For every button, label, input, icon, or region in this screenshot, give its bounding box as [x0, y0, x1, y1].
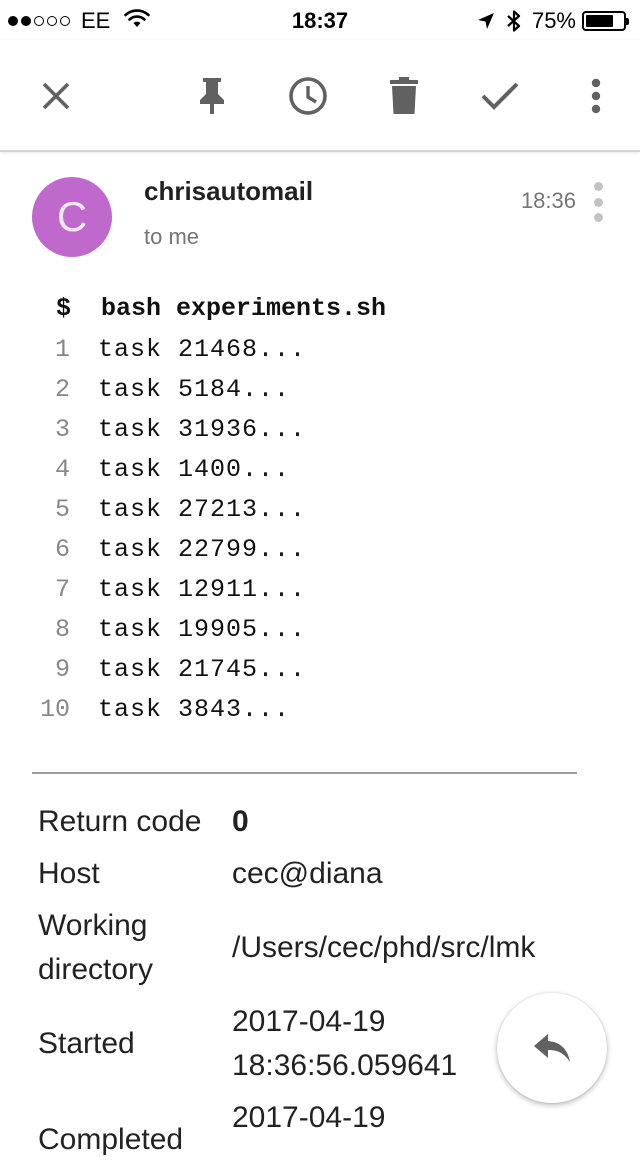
completed-label: Completed [38, 1123, 184, 1156]
completed-value-date: 2017-04-19 [232, 1101, 386, 1134]
code-line: 3 task 31936... [0, 415, 640, 455]
line-number: 5 [54, 495, 70, 524]
close-icon [42, 82, 70, 110]
delete-button[interactable] [376, 68, 432, 124]
snooze-button[interactable] [280, 68, 336, 124]
line-text: task 22799... [98, 535, 307, 564]
code-line: 1 task 21468... [0, 335, 640, 375]
line-number: 1 [54, 335, 70, 364]
host-label: Host [38, 857, 100, 890]
started-value-date: 2017-04-19 [232, 1005, 386, 1038]
code-line: 4 task 1400... [0, 455, 640, 495]
reply-icon [534, 1034, 570, 1062]
line-text: task 12911... [98, 575, 307, 604]
line-text: task 5184... [98, 375, 291, 404]
line-text: task 21468... [98, 335, 307, 364]
working-directory-label-line1: Working [38, 909, 148, 942]
more-options-button[interactable] [568, 68, 624, 124]
sender-avatar[interactable]: C [32, 177, 112, 257]
done-button[interactable] [472, 68, 528, 124]
line-text: task 3843... [98, 695, 291, 724]
code-line: 6 task 22799... [0, 535, 640, 575]
line-number: 10 [39, 695, 70, 724]
line-number: 6 [54, 535, 70, 564]
line-text: task 31936... [98, 415, 307, 444]
line-number: 9 [54, 655, 70, 684]
working-directory-value: /Users/cec/phd/src/lmk [232, 931, 536, 964]
line-number: 2 [54, 375, 70, 404]
sender-name[interactable]: chrisautomail [144, 176, 313, 207]
battery-icon [582, 11, 629, 31]
line-text: task 27213... [98, 495, 307, 524]
line-number: 7 [54, 575, 70, 604]
return-code-value: 0 [232, 805, 249, 838]
pin-icon [200, 78, 224, 114]
snooze-clock-icon [289, 77, 327, 115]
reply-button[interactable] [497, 993, 607, 1103]
code-line: 9 task 21745... [0, 655, 640, 695]
recipient-label[interactable]: to me [144, 224, 199, 250]
line-number: 8 [54, 615, 70, 644]
dot-icon [593, 182, 603, 191]
code-line: 7 task 12911... [0, 575, 640, 615]
host-value: cec@diana [232, 857, 383, 890]
code-line: 2 task 5184... [0, 375, 640, 415]
status-bar: EE 18:37 75% [0, 0, 640, 40]
started-value-time: 18:36:56.059641 [232, 1049, 458, 1082]
divider [32, 772, 577, 774]
dot-icon [593, 213, 603, 222]
battery-fill [586, 15, 613, 27]
status-right: 75% [466, 8, 629, 34]
message-more-button[interactable] [586, 182, 610, 222]
line-text: task 1400... [98, 455, 291, 484]
more-vert-icon [591, 78, 601, 114]
code-line: 5 task 27213... [0, 495, 640, 535]
working-directory-label-line2: directory [38, 953, 154, 986]
code-line: 10 task 3843... [0, 695, 640, 735]
return-code-label: Return code [38, 805, 202, 838]
message-toolbar [0, 40, 640, 152]
battery-percent: 75% [531, 8, 576, 33]
line-text: task 19905... [98, 615, 307, 644]
pin-button[interactable] [184, 68, 240, 124]
line-number: 4 [54, 455, 70, 484]
code-line: 8 task 19905... [0, 615, 640, 655]
started-label: Started [38, 1027, 135, 1060]
code-command: $ bash experiments.sh [56, 294, 387, 323]
line-text: task 21745... [98, 655, 307, 684]
dot-icon [593, 197, 603, 207]
trash-icon [390, 77, 418, 114]
bluetooth-icon [506, 9, 522, 33]
message-time: 18:36 [520, 188, 576, 213]
done-check-icon [481, 82, 519, 110]
close-button[interactable] [28, 68, 84, 124]
line-number: 3 [54, 415, 70, 444]
location-arrow-icon [476, 11, 496, 31]
